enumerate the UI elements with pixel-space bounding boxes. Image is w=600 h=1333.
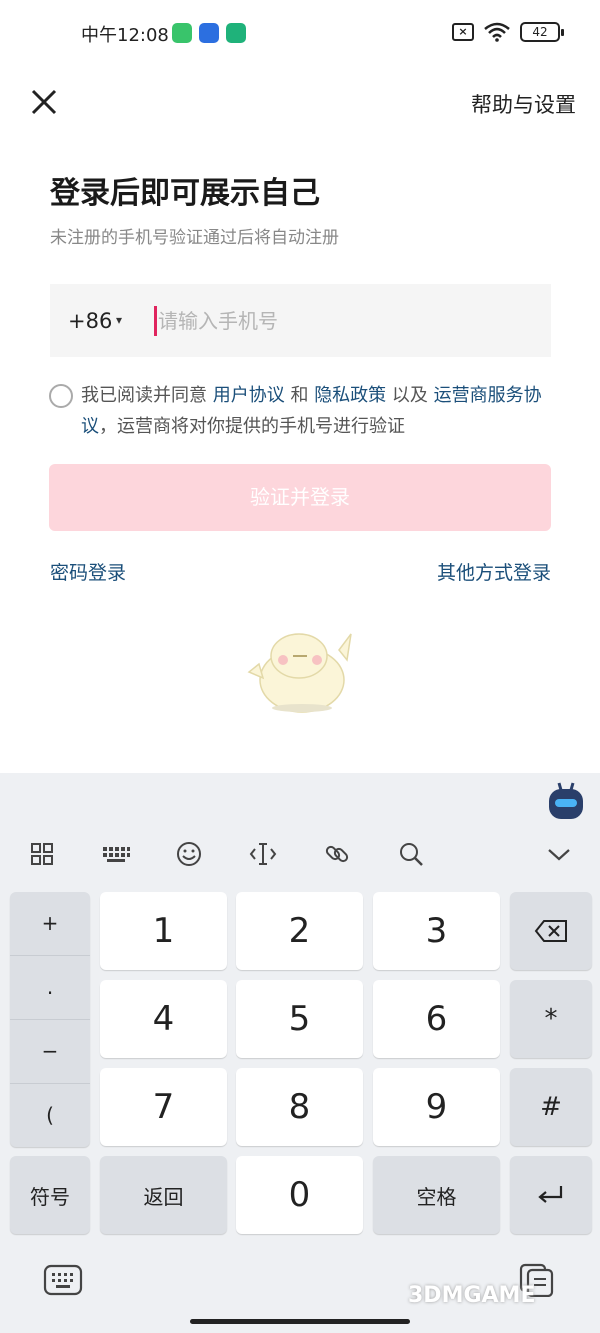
- sim-off-icon: ×: [452, 23, 474, 41]
- shield-app-icon: [226, 23, 246, 43]
- keyboard-layout-icon[interactable]: [101, 839, 131, 869]
- agreement-text-part: 我已阅读并同意: [81, 385, 213, 406]
- key-7[interactable]: 7: [100, 1068, 227, 1146]
- link-icon[interactable]: [322, 839, 352, 869]
- password-login-link[interactable]: 密码登录: [50, 558, 126, 585]
- space-key[interactable]: 空格: [373, 1156, 500, 1234]
- key-3[interactable]: 3: [373, 892, 500, 970]
- mascot-illustration: [247, 633, 352, 713]
- agreement-text-part: ，运营商将对你提供的手机号进行验证: [99, 416, 405, 437]
- key-0[interactable]: 0: [236, 1156, 363, 1234]
- paren-key[interactable]: (: [10, 1084, 90, 1146]
- keyboard-toolbar: [0, 825, 600, 881]
- grid-icon[interactable]: [27, 839, 57, 869]
- user-agreement-link[interactable]: 用户协议: [213, 385, 285, 406]
- agreement-checkbox[interactable]: [49, 384, 73, 408]
- key-2[interactable]: 2: [236, 892, 363, 970]
- chevron-down-icon[interactable]: [544, 839, 574, 869]
- phone-number-input[interactable]: [158, 303, 528, 339]
- other-login-link[interactable]: 其他方式登录: [437, 558, 551, 585]
- backspace-key[interactable]: [510, 892, 592, 970]
- minus-key[interactable]: −: [10, 1020, 90, 1082]
- text-cursor: [154, 306, 157, 336]
- symbols-key[interactable]: 符号: [10, 1156, 90, 1234]
- key-9[interactable]: 9: [373, 1068, 500, 1146]
- watermark: 3DMGAME: [408, 1283, 536, 1308]
- back-key[interactable]: 返回: [100, 1156, 227, 1234]
- home-indicator[interactable]: [190, 1319, 410, 1324]
- cursor-icon[interactable]: [248, 839, 278, 869]
- wechat-app-icon: [172, 23, 192, 43]
- page-subtitle: 未注册的手机号验证通过后将自动注册: [50, 228, 339, 248]
- enter-icon: [538, 1186, 563, 1203]
- key-5[interactable]: 5: [236, 980, 363, 1058]
- status-indicators: × 42: [452, 22, 564, 42]
- close-icon[interactable]: [28, 86, 60, 118]
- agreement-text: 我已阅读并同意 用户协议 和 隐私政策 以及 运营商服务协议，运营商将对你提供的…: [81, 380, 561, 442]
- verify-login-button[interactable]: 验证并登录: [49, 464, 551, 531]
- page-title: 登录后即可展示自己: [50, 176, 320, 211]
- symbol-column: + . − (: [10, 892, 90, 1147]
- assistant-robot-icon[interactable]: [547, 781, 585, 821]
- key-6[interactable]: 6: [373, 980, 500, 1058]
- dot-key[interactable]: .: [10, 956, 90, 1018]
- caret-down-icon[interactable]: ▾: [116, 313, 122, 327]
- privacy-policy-link[interactable]: 隐私政策: [314, 385, 386, 406]
- numeric-keyboard: + . − ( 1 2 3 4 5 6 * 7 8 9 # 符号 返回 0 空格: [0, 773, 600, 1333]
- keyboard-switch-icon[interactable]: [43, 1263, 83, 1297]
- battery-indicator: 42: [520, 22, 564, 42]
- emoji-icon[interactable]: [174, 839, 204, 869]
- search-icon[interactable]: [396, 839, 426, 869]
- hash-key[interactable]: #: [510, 1068, 592, 1146]
- key-4[interactable]: 4: [100, 980, 227, 1058]
- enter-key[interactable]: [510, 1156, 592, 1234]
- key-8[interactable]: 8: [236, 1068, 363, 1146]
- plus-key[interactable]: +: [10, 892, 90, 954]
- country-code-select[interactable]: +86: [68, 309, 112, 333]
- phone-input-box: +86 ▾: [50, 284, 551, 357]
- agreement-text-part: 和: [284, 385, 315, 406]
- wifi-icon: [484, 22, 510, 42]
- key-1[interactable]: 1: [100, 892, 227, 970]
- help-settings-link[interactable]: 帮助与设置: [471, 89, 576, 119]
- status-bar: 中午12:08 × 42: [0, 0, 600, 68]
- zhihu-app-icon: [199, 23, 219, 43]
- agreement-text-part: 以及: [386, 385, 434, 406]
- star-key[interactable]: *: [510, 980, 592, 1058]
- status-time: 中午12:08: [81, 25, 169, 46]
- backspace-icon: [534, 920, 567, 942]
